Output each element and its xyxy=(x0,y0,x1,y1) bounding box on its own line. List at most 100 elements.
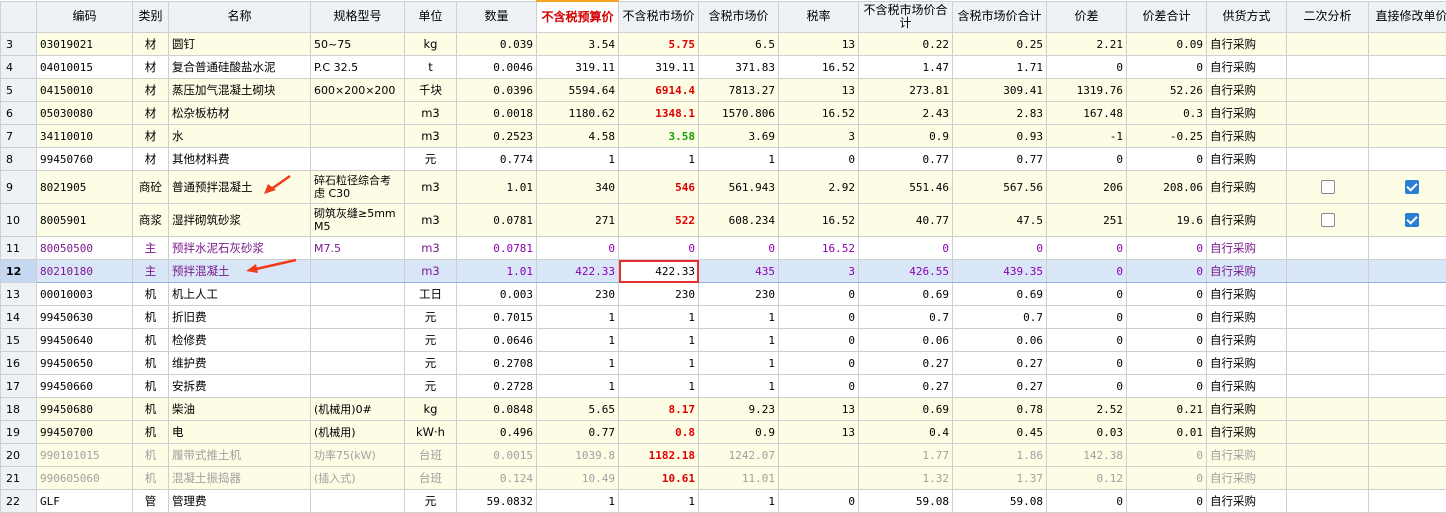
cell-supply-mode[interactable]: 自行采购 xyxy=(1207,352,1287,375)
cell-tax-market-sum[interactable]: 0.27 xyxy=(953,375,1047,398)
table-row[interactable]: 1799450660机安拆费元0.272811100.270.2700自行采购 xyxy=(1,375,1446,398)
cell-unit[interactable]: m3 xyxy=(405,237,457,260)
cell-supply-mode[interactable]: 自行采购 xyxy=(1207,444,1287,467)
cell-tax-market-sum[interactable]: 1.86 xyxy=(953,444,1047,467)
cell-name[interactable]: 混凝土振捣器 xyxy=(169,467,311,490)
cell-code[interactable]: 34110010 xyxy=(37,125,133,148)
cell-spec[interactable]: 600×200×200 xyxy=(311,79,405,102)
cell-tax-market-price[interactable]: 1242.07 xyxy=(699,444,779,467)
table-row[interactable]: 1180050500主预拌水泥石灰砂浆M7.5m30.078100016.520… xyxy=(1,237,1446,260)
cell-tax-market-sum[interactable]: 0.25 xyxy=(953,33,1047,56)
table-row[interactable]: 303019021材圆钉50~75kg0.0393.545.756.5130.2… xyxy=(1,33,1446,56)
cell-tax-rate[interactable]: 0 xyxy=(779,490,859,513)
row-number[interactable]: 19 xyxy=(1,421,37,444)
table-row[interactable]: 404010015材复合普通硅酸盐水泥P.C 32.5t0.0046319.11… xyxy=(1,56,1446,79)
cell-market-price[interactable]: 230 xyxy=(619,283,699,306)
budget-price-header[interactable]: 不含税预算价 xyxy=(537,1,619,33)
cell-supply-mode[interactable]: 自行采购 xyxy=(1207,490,1287,513)
table-row[interactable]: 98021905商砼普通预拌混凝土碎石粒径综合考虑 C30m31.0134054… xyxy=(1,171,1446,204)
secondary-analysis-checkbox[interactable] xyxy=(1321,180,1335,194)
cell-budget-price[interactable]: 1 xyxy=(537,490,619,513)
cell-secondary-analysis[interactable] xyxy=(1287,260,1369,283)
cell-diff-sum[interactable]: 0 xyxy=(1127,148,1207,171)
row-number[interactable]: 15 xyxy=(1,329,37,352)
cell-qty[interactable]: 0.0646 xyxy=(457,329,537,352)
cell-spec[interactable]: 砌筑灰缝≥5mm M5 xyxy=(311,204,405,237)
cell-code[interactable]: 99450630 xyxy=(37,306,133,329)
cell-spec[interactable]: 功率75(kW) xyxy=(311,444,405,467)
cell-market-sum[interactable]: 0.69 xyxy=(859,398,953,421)
cell-tax-rate[interactable]: 2.92 xyxy=(779,171,859,204)
cell-unit[interactable]: 台班 xyxy=(405,467,457,490)
cell-market-price[interactable]: 1182.18 xyxy=(619,444,699,467)
cell-market-sum[interactable]: 1.47 xyxy=(859,56,953,79)
cell-tax-market-price[interactable]: 1 xyxy=(699,490,779,513)
cell-tax-market-price[interactable]: 1 xyxy=(699,306,779,329)
cell-budget-price[interactable]: 422.33 xyxy=(537,260,619,283)
cell-spec[interactable]: (机械用) xyxy=(311,421,405,444)
cell-tax-rate[interactable]: 0 xyxy=(779,283,859,306)
cell-name[interactable]: 检修费 xyxy=(169,329,311,352)
cell-tax-rate[interactable]: 13 xyxy=(779,421,859,444)
cell-tax-rate[interactable]: 3 xyxy=(779,125,859,148)
cell-spec[interactable]: P.C 32.5 xyxy=(311,56,405,79)
cell-qty[interactable]: 0.7015 xyxy=(457,306,537,329)
cell-budget-price[interactable]: 1 xyxy=(537,148,619,171)
cell-code[interactable]: 99450660 xyxy=(37,375,133,398)
cell-market-price[interactable]: 1348.1 xyxy=(619,102,699,125)
cell-tax-market-sum[interactable]: 2.83 xyxy=(953,102,1047,125)
table-row[interactable]: 1300010003机机上人工工日0.00323023023000.690.69… xyxy=(1,283,1446,306)
name-header[interactable]: 名称 xyxy=(169,1,311,33)
cell-name[interactable]: 预拌水泥石灰砂浆 xyxy=(169,237,311,260)
cell-name[interactable]: 折旧费 xyxy=(169,306,311,329)
cell-market-price[interactable]: 3.58 xyxy=(619,125,699,148)
cell-budget-price[interactable]: 5594.64 xyxy=(537,79,619,102)
cell-market-price[interactable]: 0 xyxy=(619,237,699,260)
cell-direct-edit-price[interactable] xyxy=(1369,33,1446,56)
row-number[interactable]: 14 xyxy=(1,306,37,329)
cell-price-diff[interactable]: 0.03 xyxy=(1047,421,1127,444)
cell-direct-edit-price[interactable] xyxy=(1369,204,1446,237)
cell-tax-market-sum[interactable]: 309.41 xyxy=(953,79,1047,102)
cell-secondary-analysis[interactable] xyxy=(1287,306,1369,329)
cell-type[interactable]: 管 xyxy=(133,490,169,513)
cell-tax-market-sum[interactable]: 0.06 xyxy=(953,329,1047,352)
cell-market-sum[interactable]: 59.08 xyxy=(859,490,953,513)
cell-diff-sum[interactable]: 208.06 xyxy=(1127,171,1207,204)
cell-tax-market-price[interactable]: 1 xyxy=(699,375,779,398)
cell-tax-rate[interactable]: 16.52 xyxy=(779,237,859,260)
cell-market-price[interactable]: 8.17 xyxy=(619,398,699,421)
cell-unit[interactable]: 工日 xyxy=(405,283,457,306)
cell-budget-price[interactable]: 10.49 xyxy=(537,467,619,490)
cell-type[interactable]: 机 xyxy=(133,306,169,329)
cell-diff-sum[interactable]: 0 xyxy=(1127,260,1207,283)
cell-unit[interactable]: kW·h xyxy=(405,421,457,444)
cell-type[interactable]: 机 xyxy=(133,398,169,421)
cell-market-price[interactable]: 0.8 xyxy=(619,421,699,444)
cell-name[interactable]: 机上人工 xyxy=(169,283,311,306)
table-row[interactable]: 1599450640机检修费元0.064611100.060.0600自行采购 xyxy=(1,329,1446,352)
cell-budget-price[interactable]: 1 xyxy=(537,306,619,329)
cell-tax-rate[interactable]: 13 xyxy=(779,398,859,421)
cell-spec[interactable] xyxy=(311,352,405,375)
cell-direct-edit-price[interactable] xyxy=(1369,125,1446,148)
cell-direct-edit-price[interactable] xyxy=(1369,421,1446,444)
cell-tax-market-price[interactable]: 1570.806 xyxy=(699,102,779,125)
qty-header[interactable]: 数量 xyxy=(457,1,537,33)
cell-qty[interactable]: 0.0046 xyxy=(457,56,537,79)
cell-secondary-analysis[interactable] xyxy=(1287,237,1369,260)
cell-direct-edit-price[interactable] xyxy=(1369,79,1446,102)
table-row[interactable]: 1999450700机电(机械用)kW·h0.4960.770.80.9130.… xyxy=(1,421,1446,444)
cell-code[interactable]: 99450650 xyxy=(37,352,133,375)
cell-name[interactable]: 管理费 xyxy=(169,490,311,513)
cell-code[interactable]: 99450760 xyxy=(37,148,133,171)
cell-type[interactable]: 机 xyxy=(133,444,169,467)
cell-spec[interactable] xyxy=(311,306,405,329)
cell-price-diff[interactable]: 0 xyxy=(1047,148,1127,171)
cell-tax-market-price[interactable]: 1 xyxy=(699,329,779,352)
cell-diff-sum[interactable]: 52.26 xyxy=(1127,79,1207,102)
cell-market-sum[interactable]: 0.22 xyxy=(859,33,953,56)
cell-budget-price[interactable]: 0.77 xyxy=(537,421,619,444)
cell-direct-edit-price[interactable] xyxy=(1369,375,1446,398)
cell-tax-market-sum[interactable]: 567.56 xyxy=(953,171,1047,204)
